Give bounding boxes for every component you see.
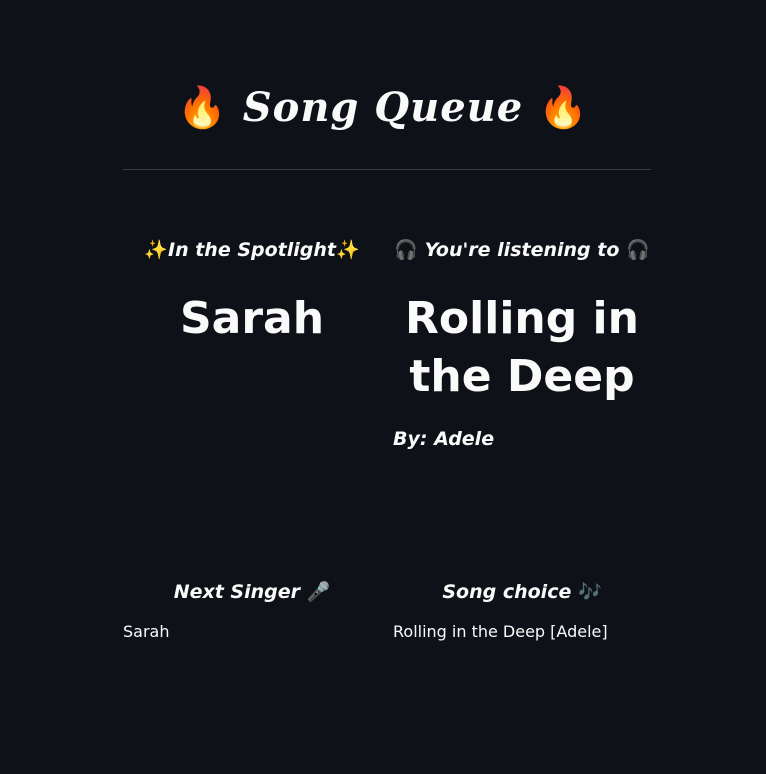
current-song-title: Rolling in the Deep [405,293,639,402]
next-singer-heading: Next Singer 🎤 [123,579,381,605]
fire-icon: 🔥 [177,84,228,131]
song-choice-heading-text: Song choice [442,581,572,603]
song-choice-heading: Song choice 🎶 [393,579,651,605]
fire-icon: 🔥 [538,84,589,131]
next-singer-heading-text: Next Singer [173,581,301,603]
song-choice-value: Rolling in the Deep [Adele] [393,622,608,641]
spotlight-heading-text: In the Spotlight [168,239,336,261]
divider [123,169,651,170]
microphone-icon: 🎤 [306,581,331,603]
music-notes-icon: 🎶 [577,581,602,603]
listening-heading-text: You're listening to [424,239,620,261]
sparkles-icon: ✨ [144,239,168,261]
spotlight-heading: ✨In the Spotlight✨ [123,237,381,263]
page-title: 🔥 Song Queue 🔥 [0,80,766,136]
spotlight-singer: Sarah [179,293,325,344]
sparkles-icon: ✨ [335,239,360,261]
headphones-icon: 🎧 [626,239,650,261]
headphones-icon: 🎧 [394,239,418,261]
page-title-text: Song Queue [242,84,524,131]
next-singer-value: Sarah [123,622,170,641]
listening-heading: 🎧 You're listening to 🎧 [393,237,651,263]
current-song-artist: By: Adele [393,428,495,450]
